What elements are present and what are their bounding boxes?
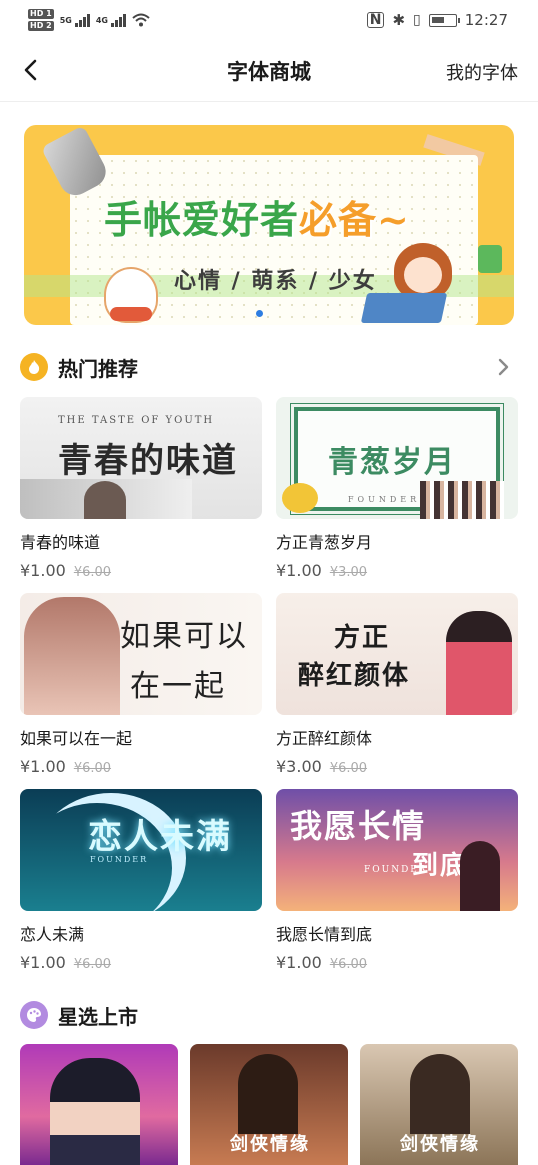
girl-illustration [360, 243, 462, 325]
hd-badge: HD 1 HD 2 [28, 8, 54, 32]
back-button[interactable] [16, 56, 44, 84]
star-card-2[interactable]: 剑侠情缘 [190, 1044, 348, 1165]
flame-icon [20, 353, 48, 381]
couple-illustration [24, 597, 120, 715]
price-row: ¥1.00 ¥6.00 [20, 561, 262, 580]
preview-text-5: 恋人未满 [88, 817, 232, 857]
hot-section-header: 热门推荐 [20, 351, 138, 383]
cat-scarf [110, 307, 152, 321]
font-name: 青春的味道 [20, 533, 101, 552]
preview-caption-2: FOUNDER [348, 495, 421, 504]
price-row: ¥3.00 ¥6.00 [276, 757, 518, 776]
font-card-1[interactable]: THE TASTE OF YOUTH 青春的味道 青春的味道 ¥1.00 ¥6.… [20, 397, 262, 580]
font-preview-3: 如果可以 在一起 [20, 593, 262, 715]
star-card-text-2: 剑侠情缘 [230, 1134, 310, 1155]
font-preview-6: 我愿长情 到底 FOUNDER [276, 789, 518, 911]
signal-icon-2 [110, 13, 126, 27]
price: ¥1.00 [276, 953, 322, 972]
status-bar: HD 1 HD 2 5G 4G N ✱ ▯ 12:27 [0, 0, 538, 40]
font-card-6[interactable]: 我愿长情 到底 FOUNDER 我愿长情到底 ¥1.00 ¥6.00 [276, 789, 518, 972]
nfc-icon: N [366, 12, 385, 28]
star-card-3[interactable]: 剑侠情缘 [360, 1044, 518, 1165]
clock: 12:27 [464, 11, 508, 29]
original-price: ¥6.00 [329, 761, 368, 776]
price-row: ¥1.00 ¥6.00 [276, 953, 518, 972]
original-price: ¥6.00 [73, 957, 112, 972]
font-name: 方正青葱岁月 [276, 533, 373, 552]
price: ¥3.00 [276, 757, 322, 776]
banner-headline: 手帐爱好者必备~ [104, 189, 410, 244]
original-price: ¥6.00 [73, 565, 112, 580]
font-preview-2: 青葱岁月 FOUNDER [276, 397, 518, 519]
original-price: ¥6.00 [329, 957, 368, 972]
girl-photo [84, 481, 126, 519]
character-illustration [50, 1058, 140, 1165]
original-price: ¥3.00 [329, 565, 368, 580]
banner-headline-main: 手帐爱好者 [104, 197, 300, 242]
price-row: ¥1.00 ¥6.00 [20, 757, 262, 776]
status-left: HD 1 HD 2 5G 4G [28, 8, 150, 32]
font-name: 方正醉红颜体 [276, 729, 373, 748]
chevron-right-icon[interactable] [492, 356, 514, 378]
font-card-5[interactable]: 恋人未满 FOUNDER 恋人未满 ¥1.00 ¥6.00 [20, 789, 262, 972]
font-preview-5: 恋人未满 FOUNDER [20, 789, 262, 911]
font-card-2[interactable]: 青葱岁月 FOUNDER 方正青葱岁月 ¥1.00 ¥3.00 [276, 397, 518, 580]
carousel-indicator[interactable] [256, 310, 263, 317]
star-section-header: 星选上市 [20, 999, 138, 1031]
nav-bar: 字体商城 我的字体 [0, 40, 538, 102]
font-name: 我愿长情到底 [276, 925, 373, 944]
network-type-2: 4G [95, 15, 108, 25]
preview-text-4: 方正 [334, 623, 391, 653]
font-name: 恋人未满 [20, 925, 85, 944]
hot-section-title: 热门推荐 [58, 356, 138, 381]
price: ¥1.00 [20, 953, 66, 972]
bluetooth-icon: ✱ [392, 11, 406, 29]
preview-text-1: 青春的味道 [58, 441, 238, 481]
preview-caption-6: FOUNDER [364, 865, 428, 875]
signal-icon [74, 13, 90, 27]
palette-icon [20, 1001, 48, 1029]
price-row: ¥1.00 ¥3.00 [276, 561, 518, 580]
my-fonts-link[interactable]: 我的字体 [446, 59, 518, 85]
price: ¥1.00 [20, 757, 66, 776]
preview-text-3: 如果可以 [120, 619, 248, 654]
preview-text-2: 青葱岁月 [328, 445, 456, 480]
status-right: N ✱ ▯ 12:27 [366, 11, 508, 29]
original-price: ¥6.00 [73, 761, 112, 776]
girl-silhouette [460, 841, 500, 911]
tab-decoration [478, 245, 502, 273]
font-preview-4: 方正 醉红颜体 [276, 593, 518, 715]
network-type-1: 5G [59, 15, 72, 25]
price: ¥1.00 [276, 561, 322, 580]
price-row: ¥1.00 ¥6.00 [20, 953, 262, 972]
preview-caption-1: THE TASTE OF YOUTH [58, 415, 215, 426]
chevron-left-icon [24, 59, 37, 81]
star-card-text-3: 剑侠情缘 [400, 1134, 480, 1155]
star-section-title: 星选上市 [58, 1004, 138, 1029]
font-card-3[interactable]: 如果可以 在一起 如果可以在一起 ¥1.00 ¥6.00 [20, 593, 262, 776]
font-preview-1: THE TASTE OF YOUTH 青春的味道 [20, 397, 262, 519]
battery-icon [428, 13, 460, 27]
hd2-label: HD 2 [28, 21, 54, 31]
people-illustration [420, 481, 504, 519]
price: ¥1.00 [20, 561, 66, 580]
star-card-1[interactable] [20, 1044, 178, 1165]
font-name: 如果可以在一起 [20, 729, 133, 748]
preview-text-6: 我愿长情 [290, 807, 427, 845]
banner-subtitle: 心情 / 萌系 / 少女 [174, 269, 377, 294]
page-title: 字体商城 [227, 59, 311, 84]
banner-headline-tail: 必备~ [299, 197, 410, 242]
flower-decoration [282, 483, 318, 513]
font-card-4[interactable]: 方正 醉红颜体 方正醉红颜体 ¥3.00 ¥6.00 [276, 593, 518, 776]
preview-caption-5: FOUNDER [90, 855, 149, 864]
wifi-icon [132, 13, 150, 27]
preview-text-3b: 在一起 [130, 669, 226, 704]
promo-banner[interactable]: 手帐爱好者必备~ 心情 / 萌系 / 少女 [24, 125, 514, 325]
vibrate-icon: ▯ [413, 12, 421, 28]
warrior-illustration [238, 1054, 298, 1134]
lady-illustration [446, 611, 512, 715]
hero-illustration [410, 1054, 470, 1134]
preview-text-4b: 醉红颜体 [298, 661, 411, 691]
hd1-label: HD 1 [28, 9, 54, 19]
